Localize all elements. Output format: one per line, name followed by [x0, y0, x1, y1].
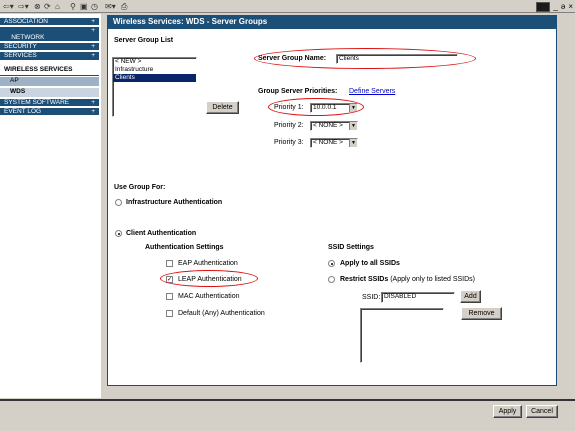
add-ssid-button[interactable]: Add	[460, 290, 481, 303]
list-item[interactable]: < NEW >	[113, 58, 196, 66]
expand-icon[interactable]: +	[91, 99, 95, 106]
use-group-for-heading: Use Group For:	[114, 184, 166, 191]
eap-auth-checkbox[interactable]	[166, 260, 173, 267]
restrict-ssids-radio[interactable]	[328, 276, 335, 283]
restrict-ssids-label: Restrict SSIDs (Apply only to listed SSI…	[340, 276, 475, 283]
server-group-listbox[interactable]: < NEW > Infrastructure Clients	[112, 57, 197, 117]
sidebar-item-association[interactable]: ASSOCIATION +	[0, 18, 99, 26]
delete-button[interactable]: Delete	[206, 101, 239, 114]
list-item-selected[interactable]: Clients	[113, 74, 196, 82]
forward-icon[interactable]: ⇨▾	[18, 2, 29, 11]
expand-icon[interactable]: +	[91, 108, 95, 115]
client-auth-label: Client Authentication	[126, 230, 197, 237]
sidebar-item-label: SECURITY	[4, 43, 37, 50]
server-group-list-heading: Server Group List	[114, 37, 174, 44]
highlight-oval	[268, 98, 364, 116]
restrict-ssids-bold: Restrict SSIDs	[340, 276, 389, 283]
restore-icon[interactable]: ə	[561, 2, 565, 11]
history-icon[interactable]: ◷	[91, 2, 98, 11]
mail-icon[interactable]: ✉▾	[105, 2, 116, 11]
apply-all-ssids-radio[interactable]	[328, 260, 335, 267]
sidebar-nav: ASSOCIATION + NETWORK INTERFACES + SECUR…	[0, 14, 101, 398]
mac-auth-checkbox[interactable]	[166, 293, 173, 300]
page-title: Wireless Services: WDS - Server Groups	[107, 15, 557, 29]
window-controls: _ ə ×	[536, 1, 573, 12]
ssid-input[interactable]: DISABLED	[381, 292, 455, 303]
define-servers-link[interactable]: Define Servers	[349, 88, 395, 95]
refresh-icon[interactable]: ⟳	[44, 2, 51, 11]
auth-settings-heading: Authentication Settings	[145, 244, 224, 251]
sidebar-item-event-log[interactable]: EVENT LOG +	[0, 108, 99, 116]
sidebar-item-services[interactable]: SERVICES +	[0, 52, 99, 61]
group-server-priorities-heading: Group Server Priorities:	[258, 88, 338, 95]
sidebar-item-label: SERVICES	[4, 52, 37, 59]
search-icon[interactable]: ⚲	[70, 2, 76, 11]
ssid-listbox[interactable]	[360, 308, 444, 363]
sidebar-item-label: ASSOCIATION	[4, 18, 48, 25]
highlight-oval	[254, 48, 476, 69]
apply-button[interactable]: Apply	[493, 405, 522, 418]
list-item[interactable]: Infrastructure	[113, 66, 196, 74]
priority-2-select[interactable]: < NONE > ▼	[310, 121, 358, 131]
restrict-ssids-note: (Apply only to listed SSIDs)	[390, 276, 476, 283]
sidebar-item-system-software[interactable]: SYSTEM SOFTWARE +	[0, 99, 99, 107]
stop-icon[interactable]: ⊗	[34, 2, 41, 11]
back-icon[interactable]: ⇦▾	[3, 2, 14, 11]
sidebar-item-ap[interactable]: AP	[0, 77, 99, 87]
close-icon[interactable]: ×	[568, 2, 573, 11]
default-auth-label: Default (Any) Authentication	[178, 310, 265, 317]
dropdown-arrow-icon[interactable]: ▼	[349, 122, 357, 130]
sidebar-item-label: SYSTEM SOFTWARE	[4, 99, 70, 106]
priority-3-label: Priority 3:	[274, 139, 304, 146]
cancel-button[interactable]: Cancel	[526, 405, 558, 418]
priority-3-select[interactable]: < NONE > ▼	[310, 138, 358, 148]
default-auth-checkbox[interactable]	[166, 310, 173, 317]
mac-auth-label: MAC Authentication	[178, 293, 240, 300]
highlight-oval	[160, 270, 258, 287]
priority-3-value: < NONE >	[313, 139, 343, 146]
dropdown-arrow-icon[interactable]: ▼	[349, 139, 357, 147]
expand-icon[interactable]: +	[91, 43, 95, 50]
browser-toolbar: ⇦▾ ⇨▾ ⊗ ⟳ ⌂ ⚲ ▣ ◷ ✉▾ ⎙ _ ə ×	[0, 0, 575, 13]
infrastructure-auth-label: Infrastructure Authentication	[126, 199, 223, 206]
remove-ssid-button[interactable]: Remove	[461, 307, 502, 320]
priority-2-value: < NONE >	[313, 122, 343, 129]
print-icon[interactable]: ⎙	[121, 2, 127, 11]
favorites-icon[interactable]: ▣	[80, 2, 88, 11]
eap-auth-label: EAP Authentication	[178, 260, 238, 267]
sidebar-group-wireless-services[interactable]: WIRELESS SERVICES	[0, 66, 99, 76]
sidebar-item-wds[interactable]: WDS	[0, 88, 99, 98]
sidebar-item-network-interfaces[interactable]: NETWORK INTERFACES +	[0, 27, 99, 48]
ssid-settings-heading: SSID Settings	[328, 244, 374, 251]
minimize-icon[interactable]: _	[553, 2, 557, 11]
main-panel: Server Group List < NEW > Infrastructure…	[107, 29, 557, 386]
priority-2-label: Priority 2:	[274, 122, 304, 129]
infrastructure-auth-radio[interactable]	[115, 199, 122, 206]
expand-icon[interactable]: +	[91, 52, 95, 59]
ssid-label: SSID:	[362, 294, 381, 301]
sidebar-item-label: EVENT LOG	[4, 108, 42, 115]
expand-icon[interactable]: +	[91, 18, 95, 25]
expand-icon[interactable]: +	[91, 27, 95, 34]
client-auth-radio[interactable]	[115, 230, 122, 237]
apply-all-ssids-label: Apply to all SSIDs	[340, 260, 400, 267]
windows-logo-icon	[536, 1, 551, 12]
sidebar-item-security[interactable]: SECURITY +	[0, 43, 99, 51]
footer-bar: Apply Cancel	[0, 399, 575, 431]
home-icon[interactable]: ⌂	[55, 2, 60, 11]
